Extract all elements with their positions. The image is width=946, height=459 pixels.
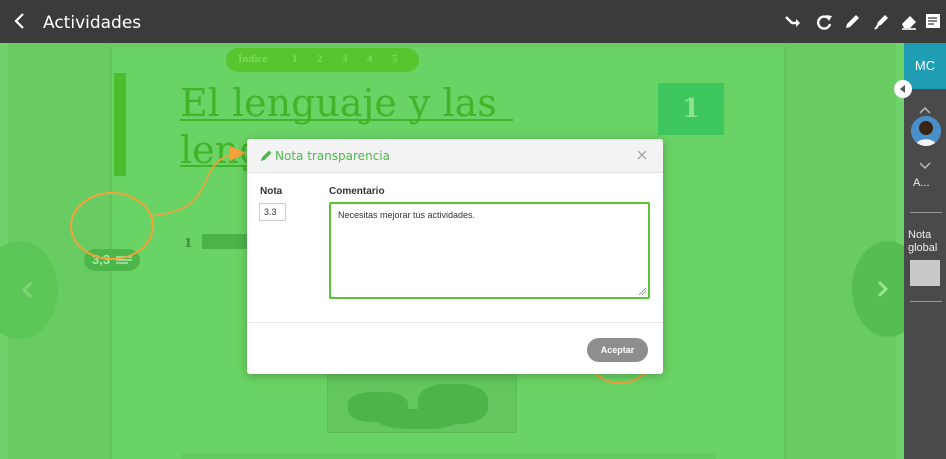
chevron-up-icon[interactable] [918, 102, 932, 114]
accept-button[interactable]: Aceptar [587, 338, 648, 362]
comment-text: Necesitas mejorar tus actividades. [338, 210, 476, 220]
index-label[interactable]: Índice [238, 53, 267, 65]
back-arrow-icon[interactable] [8, 8, 32, 34]
chevron-left-icon [20, 281, 34, 299]
unit-number-box: 1 [658, 83, 724, 135]
grade-dialog: Nota transparencia Nota Comentario 3.3 N… [247, 139, 663, 374]
background-illustration [327, 373, 517, 433]
dialog-footer-divider [247, 322, 663, 323]
close-icon[interactable] [635, 148, 649, 162]
triangle-left-icon [900, 85, 905, 93]
student-avatar[interactable] [911, 116, 941, 146]
marker-icon[interactable] [870, 10, 892, 32]
title-accent-bar [114, 73, 126, 176]
top-bar: Actividades [0, 0, 946, 43]
highlight-circle-grade [70, 192, 154, 260]
index-page-1[interactable]: 1 [292, 53, 298, 65]
redo-icon[interactable] [813, 10, 835, 32]
index-navigation[interactable]: Índice 1 2 3 4 5 [226, 48, 419, 72]
index-page-3[interactable]: 3 [342, 53, 348, 65]
pencil-icon [260, 149, 273, 162]
student-name: A... [913, 177, 930, 189]
grade-label: Nota [260, 186, 283, 197]
grade-input[interactable]: 3.3 [259, 203, 286, 221]
pencil-icon[interactable] [841, 10, 863, 32]
title-underline [180, 119, 513, 121]
title-underline-2 [180, 165, 250, 167]
sidebar-divider-2 [910, 301, 942, 302]
index-page-5[interactable]: 5 [392, 53, 398, 65]
item-highlight [202, 234, 248, 249]
sidebar-divider [910, 212, 942, 213]
collapse-sidebar-tab[interactable] [894, 80, 912, 98]
share-arrow-icon[interactable] [782, 10, 804, 32]
comment-textarea[interactable]: Necesitas mejorar tus actividades. [329, 202, 650, 299]
resize-handle-icon[interactable] [639, 288, 646, 295]
comment-label: Comentario [329, 186, 385, 197]
index-page-2[interactable]: 2 [317, 53, 323, 65]
right-sidebar: MC A... Nota global [894, 43, 946, 459]
eraser-icon[interactable] [898, 10, 920, 32]
index-page-4[interactable]: 4 [367, 53, 373, 65]
item-number: 1 [184, 236, 193, 250]
global-grade-box[interactable] [910, 260, 940, 286]
dialog-header: Nota transparencia [247, 139, 663, 173]
page-title: Actividades [43, 13, 142, 33]
chevron-right-icon [876, 280, 890, 298]
global-grade-label: Nota global [908, 229, 938, 254]
notes-icon[interactable] [922, 10, 944, 32]
chevron-down-icon[interactable] [918, 158, 932, 170]
page-bottom-band [182, 453, 716, 459]
dialog-title: Nota transparencia [275, 149, 390, 163]
